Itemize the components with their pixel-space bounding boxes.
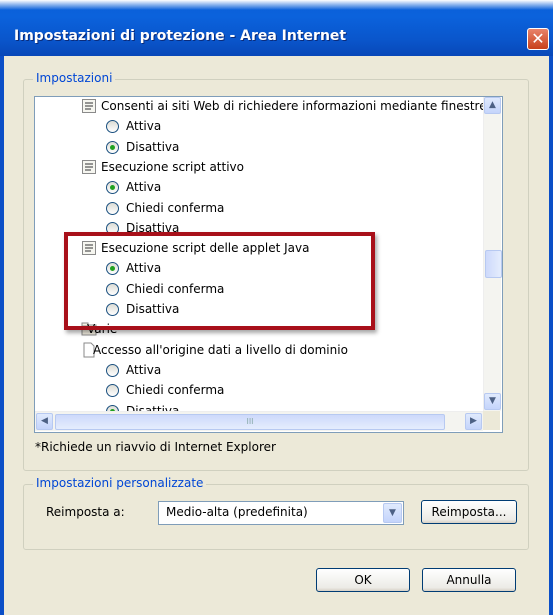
window-border-right [549, 56, 553, 615]
settings-radio-option[interactable]: Attiva [35, 177, 483, 197]
radio-unselected-icon[interactable] [106, 363, 119, 377]
custom-settings-group-label: Impostazioni personalizzate [33, 476, 207, 490]
horizontal-scroll-thumb[interactable]: III [55, 414, 445, 430]
scroll-left-button[interactable]: ◀ [36, 413, 53, 430]
vertical-scrollbar[interactable]: ▲ ▼ [483, 97, 502, 411]
radio-option-label: Disattiva [126, 139, 180, 154]
radio-selected-icon[interactable] [106, 140, 119, 154]
radio-option-label: Attiva [126, 362, 162, 377]
close-button[interactable]: ✕ [527, 28, 549, 50]
window-title: Impostazioni di protezione - Area Intern… [14, 28, 347, 44]
reset-button[interactable]: Reimposta... [421, 500, 517, 524]
settings-radio-option[interactable]: Disattiva [35, 137, 483, 157]
reset-to-label: Reimposta a: [46, 505, 125, 519]
title-bar-fade [0, 0, 553, 10]
chevron-down-icon[interactable]: ▼ [383, 503, 402, 523]
settings-radio-option[interactable]: Attiva [35, 116, 483, 136]
ok-button[interactable]: OK [316, 568, 410, 592]
scroll-up-button[interactable]: ▲ [484, 97, 501, 114]
scrollbar-corner [483, 411, 500, 430]
scroll-right-button[interactable]: ▶ [465, 413, 482, 430]
title-bar[interactable]: Impostazioni di protezione - Area Intern… [0, 0, 553, 56]
reset-level-select[interactable]: Medio-alta (predefinita) ▼ [158, 501, 404, 525]
settings-category: Esecuzione script attivo [35, 157, 483, 177]
settings-radio-option[interactable]: Chiedi conferma [35, 380, 483, 400]
annotation-highlight-box [64, 232, 375, 330]
radio-unselected-icon[interactable] [106, 201, 119, 215]
reset-level-value: Medio-alta (predefinita) [166, 505, 308, 519]
security-settings-dialog: Impostazioni di protezione - Area Intern… [0, 0, 553, 615]
restart-note: *Richiede un riavvio di Internet Explore… [35, 440, 276, 454]
settings-category-label: Accesso all'origine dati a livello di do… [93, 342, 348, 357]
radio-unselected-icon[interactable] [106, 120, 119, 134]
settings-category-label: Consenti ai siti Web di richiedere infor… [101, 99, 483, 113]
script-settings-icon [81, 98, 97, 114]
radio-option-label: Chiedi conferma [126, 200, 225, 215]
horizontal-scrollbar[interactable]: ◀ III ▶ [35, 411, 483, 431]
radio-option-label: Attiva [126, 180, 162, 195]
settings-category: Accesso all'origine dati a livello di do… [35, 340, 483, 360]
settings-radio-option[interactable]: Disattiva [35, 401, 483, 412]
script-settings-icon [81, 159, 97, 175]
settings-category: Consenti ai siti Web di richiedere infor… [35, 97, 483, 116]
radio-selected-icon[interactable] [106, 181, 119, 195]
settings-category-label: Esecuzione script attivo [101, 159, 244, 174]
radio-option-label: Disattiva [126, 403, 180, 412]
scroll-down-button[interactable]: ▼ [484, 393, 501, 410]
radio-option-label: Attiva [126, 119, 162, 134]
settings-radio-option[interactable]: Chiedi conferma [35, 198, 483, 218]
radio-option-label: Chiedi conferma [126, 383, 225, 398]
vertical-scroll-thumb[interactable] [485, 250, 502, 278]
cancel-button[interactable]: Annulla [422, 568, 516, 592]
settings-radio-option[interactable]: Attiva [35, 360, 483, 380]
settings-group-label: Impostazioni [33, 71, 116, 85]
radio-unselected-icon[interactable] [106, 384, 119, 398]
